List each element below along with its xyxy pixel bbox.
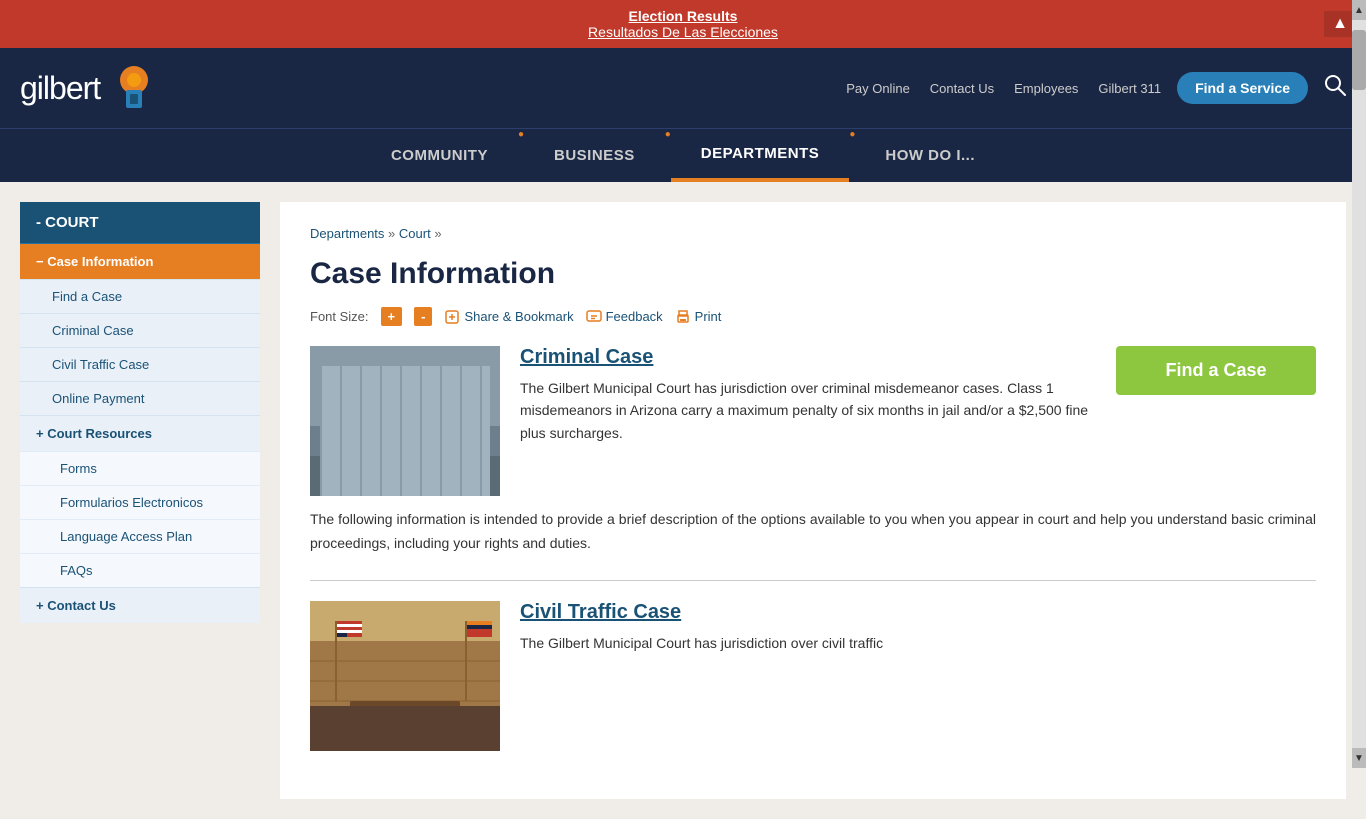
sidebar-court-label: - COURT	[36, 214, 99, 231]
civil-traffic-image	[310, 601, 500, 751]
breadcrumb-sep2: »	[434, 226, 441, 241]
civil-traffic-description: The Gilbert Municipal Court has jurisdic…	[520, 632, 1316, 654]
font-size-label: Font Size:	[310, 309, 369, 324]
logo-icon	[108, 62, 160, 114]
nav-business-label: BUSINESS	[554, 147, 635, 164]
scrollbar-thumb[interactable]	[1352, 30, 1366, 90]
nav-how-do-i[interactable]: HOW DO I...	[855, 129, 1005, 182]
share-icon	[444, 309, 460, 325]
feedback-label: Feedback	[606, 309, 663, 324]
breadcrumb-departments[interactable]: Departments	[310, 226, 384, 241]
criminal-case-description: The Gilbert Municipal Court has jurisdic…	[520, 377, 1096, 444]
logo-text: gilbert	[20, 70, 100, 107]
search-button[interactable]	[1324, 74, 1346, 102]
sidebar-item-court-resources[interactable]: + Court Resources	[20, 415, 260, 451]
feedback-link[interactable]: Feedback	[586, 309, 663, 325]
pay-online-link[interactable]: Pay Online	[846, 81, 910, 96]
sidebar-item-civil-traffic[interactable]: Civil Traffic Case	[20, 347, 260, 381]
sidebar-item-case-information[interactable]: − Case Information	[20, 243, 260, 279]
sidebar-section-title: - COURT	[20, 202, 260, 243]
print-label: Print	[695, 309, 722, 324]
sidebar-item-contact-us[interactable]: + Contact Us	[20, 587, 260, 623]
civil-traffic-header: Civil Traffic Case The Gilbert Municipal…	[310, 601, 1316, 751]
sidebar-online-payment-label: Online Payment	[52, 391, 145, 406]
scrollbar-up-arrow[interactable]: ▲	[1352, 0, 1366, 20]
main-nav: COMMUNITY ● BUSINESS ● DEPARTMENTS ● HOW…	[0, 128, 1366, 182]
section-divider	[310, 580, 1316, 581]
header-links: Pay Online Contact Us Employees Gilbert …	[846, 81, 1161, 96]
nav-how-do-i-label: HOW DO I...	[885, 147, 975, 164]
share-bookmark-label: Share & Bookmark	[464, 309, 573, 324]
print-link[interactable]: Print	[675, 309, 722, 325]
share-bookmark-link[interactable]: Share & Bookmark	[444, 309, 573, 325]
contact-us-link[interactable]: Contact Us	[930, 81, 994, 96]
scrollbar-down-arrow[interactable]: ▼	[1352, 748, 1366, 768]
sidebar-item-faqs[interactable]: FAQs	[20, 553, 260, 587]
page-title: Case Information	[310, 257, 1316, 291]
election-results-link[interactable]: Election Results	[40, 8, 1326, 24]
sidebar-faqs-label: FAQs	[60, 563, 93, 578]
font-decrease-button[interactable]: -	[414, 307, 432, 326]
main-content: Departments » Court » Case Information F…	[280, 202, 1346, 799]
header-right: Pay Online Contact Us Employees Gilbert …	[846, 72, 1346, 104]
courtroom-svg	[310, 346, 500, 496]
breadcrumb-court[interactable]: Court	[399, 226, 431, 241]
page-content: - COURT − Case Information Find a Case C…	[0, 182, 1366, 819]
header: gilbert Pay Online Contact Us Employees …	[0, 48, 1366, 128]
civil-traffic-text: Civil Traffic Case The Gilbert Municipal…	[520, 601, 1316, 654]
gilbert311-link[interactable]: Gilbert 311	[1098, 81, 1161, 96]
criminal-case-text: Criminal Case The Gilbert Municipal Cour…	[520, 346, 1096, 444]
nav-departments[interactable]: DEPARTMENTS	[671, 129, 850, 182]
criminal-case-image	[310, 346, 500, 496]
sidebar-criminal-case-label: Criminal Case	[52, 323, 134, 338]
breadcrumb: Departments » Court »	[310, 226, 1316, 241]
civil-traffic-title[interactable]: Civil Traffic Case	[520, 601, 1316, 624]
sidebar-item-formularios[interactable]: Formularios Electronicos	[20, 485, 260, 519]
feedback-icon	[586, 309, 602, 325]
criminal-case-section: Criminal Case The Gilbert Municipal Cour…	[310, 346, 1316, 556]
breadcrumb-sep1: »	[388, 226, 399, 241]
election-results-spanish-link[interactable]: Resultados De Las Elecciones	[40, 24, 1326, 40]
search-icon	[1324, 74, 1346, 96]
font-increase-button[interactable]: +	[381, 307, 403, 326]
alert-bar: Election Results Resultados De Las Elecc…	[0, 0, 1366, 48]
sidebar-language-access-label: Language Access Plan	[60, 529, 192, 544]
sidebar-item-find-a-case[interactable]: Find a Case	[20, 279, 260, 313]
nav-community-label: COMMUNITY	[391, 147, 488, 164]
sidebar-item-online-payment[interactable]: Online Payment	[20, 381, 260, 415]
sidebar: - COURT − Case Information Find a Case C…	[20, 202, 260, 799]
sidebar-formularios-label: Formularios Electronicos	[60, 495, 203, 510]
nav-community[interactable]: COMMUNITY	[361, 129, 518, 182]
find-a-case-button[interactable]: Find a Case	[1116, 346, 1316, 395]
scrollbar-track: ▲ ▼	[1352, 0, 1366, 768]
employees-link[interactable]: Employees	[1014, 81, 1078, 96]
traffic-court-svg	[310, 601, 500, 751]
civil-traffic-section: Civil Traffic Case The Gilbert Municipal…	[310, 601, 1316, 751]
sidebar-item-criminal-case[interactable]: Criminal Case	[20, 313, 260, 347]
print-icon	[675, 309, 691, 325]
sidebar-item-language-access[interactable]: Language Access Plan	[20, 519, 260, 553]
nav-business[interactable]: BUSINESS	[524, 129, 665, 182]
logo-area: gilbert	[20, 62, 160, 114]
sidebar-contact-us-label: + Contact Us	[36, 598, 116, 613]
sidebar-court-resources-label: + Court Resources	[36, 426, 152, 441]
criminal-case-body: The following information is intended to…	[310, 508, 1316, 556]
nav-departments-label: DEPARTMENTS	[701, 145, 820, 162]
font-tools: Font Size: + - Share & Bookmark Feedback…	[310, 307, 1316, 326]
criminal-case-header: Criminal Case The Gilbert Municipal Cour…	[310, 346, 1316, 496]
find-service-button[interactable]: Find a Service	[1177, 72, 1308, 104]
sidebar-case-info-label: − Case Information	[36, 254, 153, 269]
sidebar-forms-label: Forms	[60, 461, 97, 476]
criminal-case-title[interactable]: Criminal Case	[520, 346, 1096, 369]
sidebar-civil-traffic-label: Civil Traffic Case	[52, 357, 149, 372]
sidebar-find-case-label: Find a Case	[52, 289, 122, 304]
sidebar-item-forms[interactable]: Forms	[20, 451, 260, 485]
